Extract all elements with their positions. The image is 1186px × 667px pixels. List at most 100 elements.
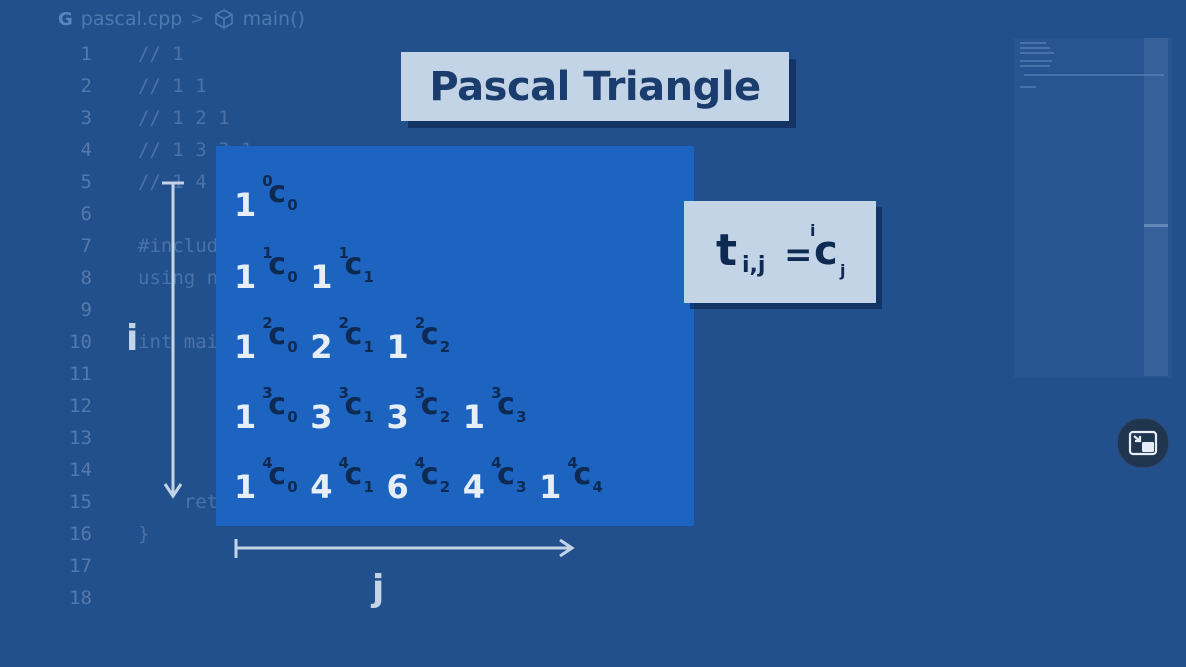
triangle-term: 13c0: [234, 384, 298, 436]
term-coefficient: 1: [462, 398, 486, 436]
binomial-notation: 0c0: [262, 172, 298, 216]
binomial-notation: 3c1: [339, 384, 374, 428]
binomial-notation: 4c1: [339, 454, 374, 498]
picture-in-picture-icon: [1128, 430, 1158, 456]
cube-icon: [213, 8, 235, 30]
triangle-term: 12c2: [386, 314, 451, 366]
binomial-c: c: [497, 457, 515, 492]
binomial-k: 2: [439, 408, 451, 426]
binomial-k: 0: [287, 408, 298, 426]
picture-in-picture-button[interactable]: [1117, 418, 1169, 468]
pascal-triangle-title: Pascal Triangle: [401, 52, 789, 121]
formula-equals: =: [784, 235, 813, 275]
binomial-notation: 4c0: [262, 454, 298, 498]
line-number: 12: [69, 395, 92, 417]
triangle-term: 11c0: [234, 244, 298, 296]
term-coefficient: 1: [234, 186, 257, 224]
breadcrumb-symbol[interactable]: main(): [243, 8, 305, 30]
binomial-c: c: [497, 387, 515, 422]
binomial-notation: 4c4: [567, 454, 603, 498]
term-coefficient: 3: [386, 398, 409, 436]
binomial-c: c: [268, 247, 287, 282]
term-coefficient: 2: [310, 328, 333, 366]
cpp-file-icon: G: [58, 8, 73, 30]
line-number: 5: [80, 171, 92, 193]
term-coefficient: 1: [310, 258, 333, 296]
binomial-notation: 3c3: [491, 384, 526, 428]
binomial-notation: 4c2: [415, 454, 451, 498]
triangle-term: 13c3: [462, 384, 527, 436]
line-number: 11: [69, 363, 92, 385]
binomial-k: 1: [363, 268, 374, 286]
code-text: // 1 2 1: [138, 107, 230, 129]
triangle-term: 11c1: [310, 244, 374, 296]
binomial-k: 3: [516, 478, 527, 496]
line-number: 4: [80, 139, 92, 161]
binomial-c: c: [344, 457, 363, 492]
triangle-term: 33c1: [310, 384, 374, 436]
line-number: 2: [80, 75, 92, 97]
triangle-row: 11c011c1: [234, 244, 387, 296]
term-coefficient: 3: [310, 398, 333, 436]
binomial-c: c: [420, 317, 439, 352]
binomial-k: 0: [287, 196, 298, 214]
formula-t-subscript: i,j: [742, 253, 766, 278]
binomial-c: c: [420, 457, 439, 492]
binomial-c: c: [573, 457, 592, 492]
binomial-c: c: [344, 247, 363, 282]
triangle-row: 12c022c112c2: [234, 314, 463, 366]
axis-i-label: i: [126, 318, 139, 359]
term-coefficient: 1: [234, 328, 257, 366]
binomial-k: 1: [363, 338, 374, 356]
term-coefficient: 1: [234, 398, 257, 436]
axis-j-label: j: [372, 568, 385, 609]
scrollbar-thumb[interactable]: [1144, 224, 1168, 227]
triangle-term: 33c2: [386, 384, 451, 436]
binomial-c: c: [344, 387, 363, 422]
binomial-notation: 2c2: [415, 314, 451, 358]
term-coefficient: 1: [234, 468, 257, 506]
code-text: // 1 1: [138, 75, 207, 97]
breadcrumb: G pascal.cpp > main(): [58, 6, 305, 32]
binomial-notation: 1c0: [262, 244, 298, 288]
binomial-k: 1: [363, 478, 374, 496]
formula-c: c: [814, 228, 838, 274]
binomial-k: 4: [592, 478, 603, 496]
binomial-notation: 4c3: [491, 454, 527, 498]
formula-box: t i,j = i c j: [684, 201, 876, 303]
line-number: 13: [69, 427, 92, 449]
scrollbar[interactable]: [1144, 38, 1168, 376]
binomial-k: 0: [287, 478, 298, 496]
binomial-k: 2: [439, 338, 451, 356]
binomial-k: 0: [287, 268, 298, 286]
term-coefficient: 1: [386, 328, 409, 366]
formula-c-subscript: j: [840, 261, 846, 280]
breadcrumb-file[interactable]: pascal.cpp: [81, 8, 183, 30]
triangle-term: 14c4: [539, 454, 603, 506]
triangle-term: 64c2: [387, 454, 451, 506]
binomial-c: c: [344, 317, 363, 352]
triangle-term: 44c3: [463, 454, 527, 506]
triangle-term: 44c1: [310, 454, 374, 506]
formula-t: t: [716, 225, 738, 276]
binomial-notation: 1c1: [339, 244, 374, 288]
binomial-notation: 3c0: [262, 384, 298, 428]
chevron-right-icon: >: [190, 9, 205, 29]
binomial-k: 2: [439, 478, 451, 496]
term-coefficient: 1: [234, 258, 257, 296]
binomial-k: 0: [287, 338, 298, 356]
code-text: }: [138, 523, 150, 545]
line-number: 16: [69, 523, 92, 545]
term-coefficient: 4: [310, 468, 333, 506]
triangle-term: 10c0: [234, 172, 298, 224]
line-number: 18: [69, 587, 92, 609]
binomial-c: c: [268, 175, 287, 210]
binomial-c: c: [268, 317, 287, 352]
binomial-c: c: [268, 457, 287, 492]
line-number: 9: [80, 299, 92, 321]
line-number: 10: [69, 331, 92, 353]
code-line[interactable]: 18: [0, 582, 1000, 614]
triangle-term: 12c0: [234, 314, 298, 366]
binomial-c: c: [420, 387, 439, 422]
line-number: 15: [69, 491, 92, 513]
